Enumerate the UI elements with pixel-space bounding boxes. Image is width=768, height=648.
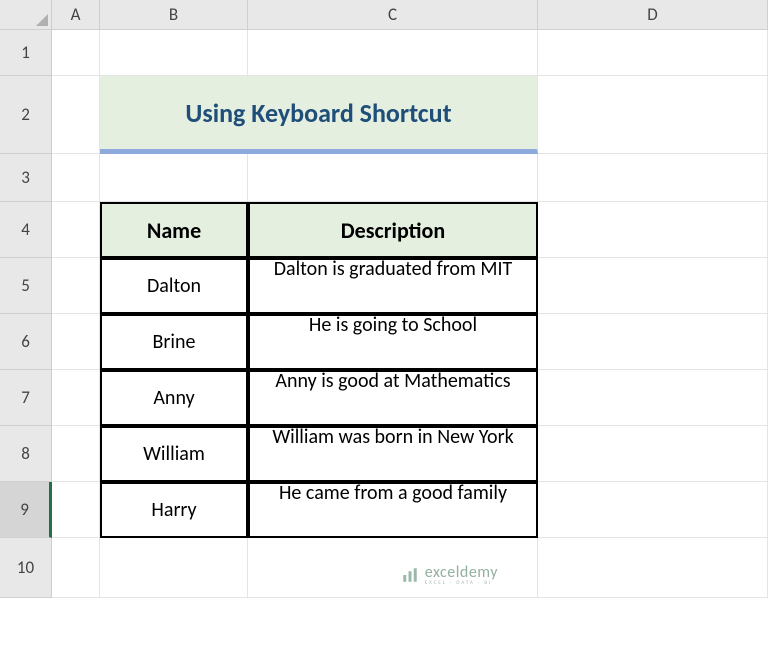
cell-c3[interactable]: [248, 154, 538, 202]
spreadsheet-grid: A B C D 1 2 Using Keyboard Shortcut 3 4 …: [0, 0, 768, 598]
row-header-7[interactable]: 7: [0, 370, 52, 426]
cell-a2[interactable]: [52, 76, 100, 154]
row-header-4[interactable]: 4: [0, 202, 52, 258]
table-row[interactable]: He came from a good family: [248, 482, 538, 538]
cell-a6[interactable]: [52, 314, 100, 370]
cell-a10[interactable]: [52, 538, 100, 598]
watermark-subtext: EXCEL · DATA · BI: [425, 580, 498, 586]
table-header-description[interactable]: Description: [248, 202, 538, 258]
table-row[interactable]: William was born in New York: [248, 426, 538, 482]
row-header-5[interactable]: 5: [0, 258, 52, 314]
table-row[interactable]: Dalton: [100, 258, 248, 314]
title-cell[interactable]: Using Keyboard Shortcut: [100, 76, 538, 154]
table-row[interactable]: Dalton is graduated from MIT: [248, 258, 538, 314]
select-all-corner[interactable]: [0, 0, 52, 30]
watermark: exceldemy EXCEL · DATA · BI: [401, 563, 498, 586]
cell-d7[interactable]: [538, 370, 768, 426]
row-header-9[interactable]: 9: [0, 482, 52, 538]
table-header-name[interactable]: Name: [100, 202, 248, 258]
cell-a5[interactable]: [52, 258, 100, 314]
table-row[interactable]: Brine: [100, 314, 248, 370]
table-row[interactable]: Anny is good at Mathematics: [248, 370, 538, 426]
col-header-a[interactable]: A: [52, 0, 100, 30]
row-header-6[interactable]: 6: [0, 314, 52, 370]
cell-d9[interactable]: [538, 482, 768, 538]
cell-d10[interactable]: [538, 538, 768, 598]
chart-icon: [401, 566, 419, 584]
cell-d2[interactable]: [538, 76, 768, 154]
cell-d6[interactable]: [538, 314, 768, 370]
table-row[interactable]: Anny: [100, 370, 248, 426]
row-header-1[interactable]: 1: [0, 30, 52, 76]
cell-a1[interactable]: [52, 30, 100, 76]
cell-a7[interactable]: [52, 370, 100, 426]
cell-d1[interactable]: [538, 30, 768, 76]
cell-a9[interactable]: [52, 482, 100, 538]
cell-d5[interactable]: [538, 258, 768, 314]
row-header-3[interactable]: 3: [0, 154, 52, 202]
cell-d4[interactable]: [538, 202, 768, 258]
table-row[interactable]: He is going to School: [248, 314, 538, 370]
row-header-8[interactable]: 8: [0, 426, 52, 482]
cell-b3[interactable]: [100, 154, 248, 202]
table-row[interactable]: William: [100, 426, 248, 482]
table-row[interactable]: Harry: [100, 482, 248, 538]
cell-d8[interactable]: [538, 426, 768, 482]
cell-c1[interactable]: [248, 30, 538, 76]
row-header-2[interactable]: 2: [0, 76, 52, 154]
cell-d3[interactable]: [538, 154, 768, 202]
cell-a3[interactable]: [52, 154, 100, 202]
cell-b10[interactable]: [100, 538, 248, 598]
row-header-10[interactable]: 10: [0, 538, 52, 598]
cell-a8[interactable]: [52, 426, 100, 482]
col-header-b[interactable]: B: [100, 0, 248, 30]
col-header-d[interactable]: D: [538, 0, 768, 30]
col-header-c[interactable]: C: [248, 0, 538, 30]
cell-b1[interactable]: [100, 30, 248, 76]
cell-a4[interactable]: [52, 202, 100, 258]
